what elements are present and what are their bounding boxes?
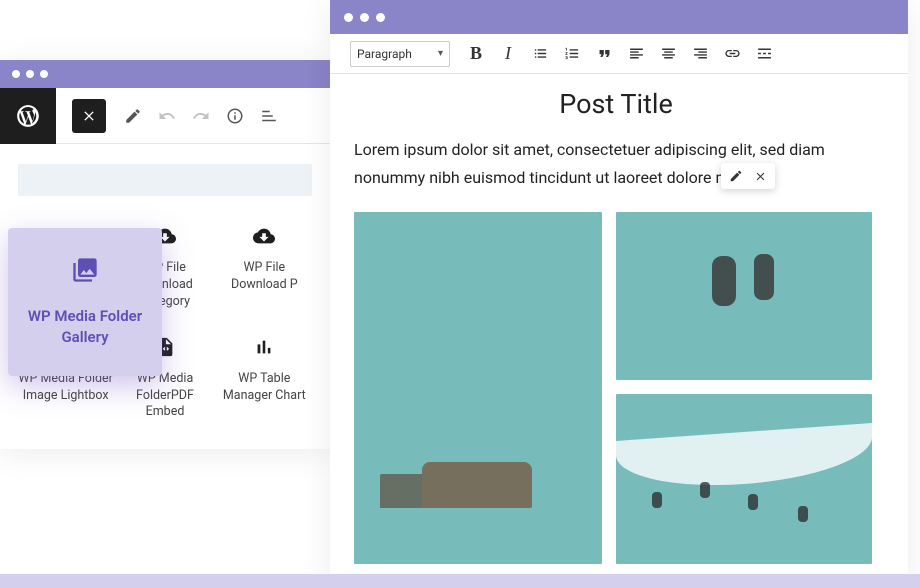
numbered-list-button[interactable] [558,40,586,68]
undo-icon[interactable] [150,99,184,133]
align-left-button[interactable] [622,40,650,68]
traffic-light-dot[interactable] [360,13,369,22]
wp-editor-toolbar [0,88,330,144]
pencil-icon [729,169,743,183]
bold-button[interactable]: B [462,40,490,68]
link-button[interactable] [718,40,746,68]
right-titlebar [330,0,908,34]
post-body-text[interactable]: Lorem ipsum dolor sit amet, consectetuer… [354,136,878,192]
gallery-image-3[interactable] [616,394,872,564]
block-label: WP Media FolderPDF Embed [117,371,212,422]
read-more-button[interactable] [750,40,778,68]
chevron-down-icon: ▾ [438,48,443,59]
decorative-bar [330,574,908,588]
redo-icon[interactable] [184,99,218,133]
rich-text-toolbar: Paragraph ▾ B I [330,34,908,74]
search-blocks-input[interactable] [18,164,312,196]
gallery-image-2[interactable] [616,212,872,380]
traffic-light-dot[interactable] [344,13,353,22]
align-center-button[interactable] [654,40,682,68]
close-icon [81,108,97,124]
traffic-light-dot[interactable] [26,70,34,78]
gallery-edit-popover [721,163,775,189]
left-titlebar [0,60,330,88]
blockquote-button[interactable] [590,40,618,68]
block-wp-file-download-product[interactable]: WP File Download P [217,222,312,311]
featured-block-label: WP Media Folder Gallery [8,306,162,348]
wordpress-logo[interactable] [0,88,56,144]
edit-gallery-button[interactable] [726,166,746,186]
post-content: Post Title Lorem ipsum dolor sit amet, c… [330,74,908,564]
align-right-button[interactable] [686,40,714,68]
cloud-download-icon [250,222,278,250]
block-wp-table-manager-chart[interactable]: WP Table Manager Chart [217,333,312,422]
post-title[interactable]: Post Title [354,88,878,120]
post-editor-window: Paragraph ▾ B I Post Title Lorem ipsum d… [330,0,908,588]
edit-icon[interactable] [116,99,150,133]
gallery-block[interactable] [354,212,878,564]
traffic-light-dot[interactable] [40,70,48,78]
block-label: WP Table Manager Chart [217,371,312,405]
outline-icon[interactable] [252,99,286,133]
italic-button[interactable]: I [494,40,522,68]
bar-chart-icon [250,333,278,361]
info-icon[interactable] [218,99,252,133]
traffic-light-dot[interactable] [12,70,20,78]
paragraph-label: Paragraph [357,47,412,61]
remove-gallery-button[interactable] [750,166,770,186]
close-inserter-button[interactable] [72,99,106,133]
gallery-image-1[interactable] [354,212,602,564]
traffic-light-dot[interactable] [376,13,385,22]
block-wp-media-folder-gallery-featured[interactable]: WP Media Folder Gallery [8,228,162,376]
paragraph-format-select[interactable]: Paragraph ▾ [350,41,450,67]
gallery-icon [71,256,99,288]
bullet-list-button[interactable] [526,40,554,68]
block-label: WP File Download P [217,260,312,294]
close-icon [754,170,767,183]
